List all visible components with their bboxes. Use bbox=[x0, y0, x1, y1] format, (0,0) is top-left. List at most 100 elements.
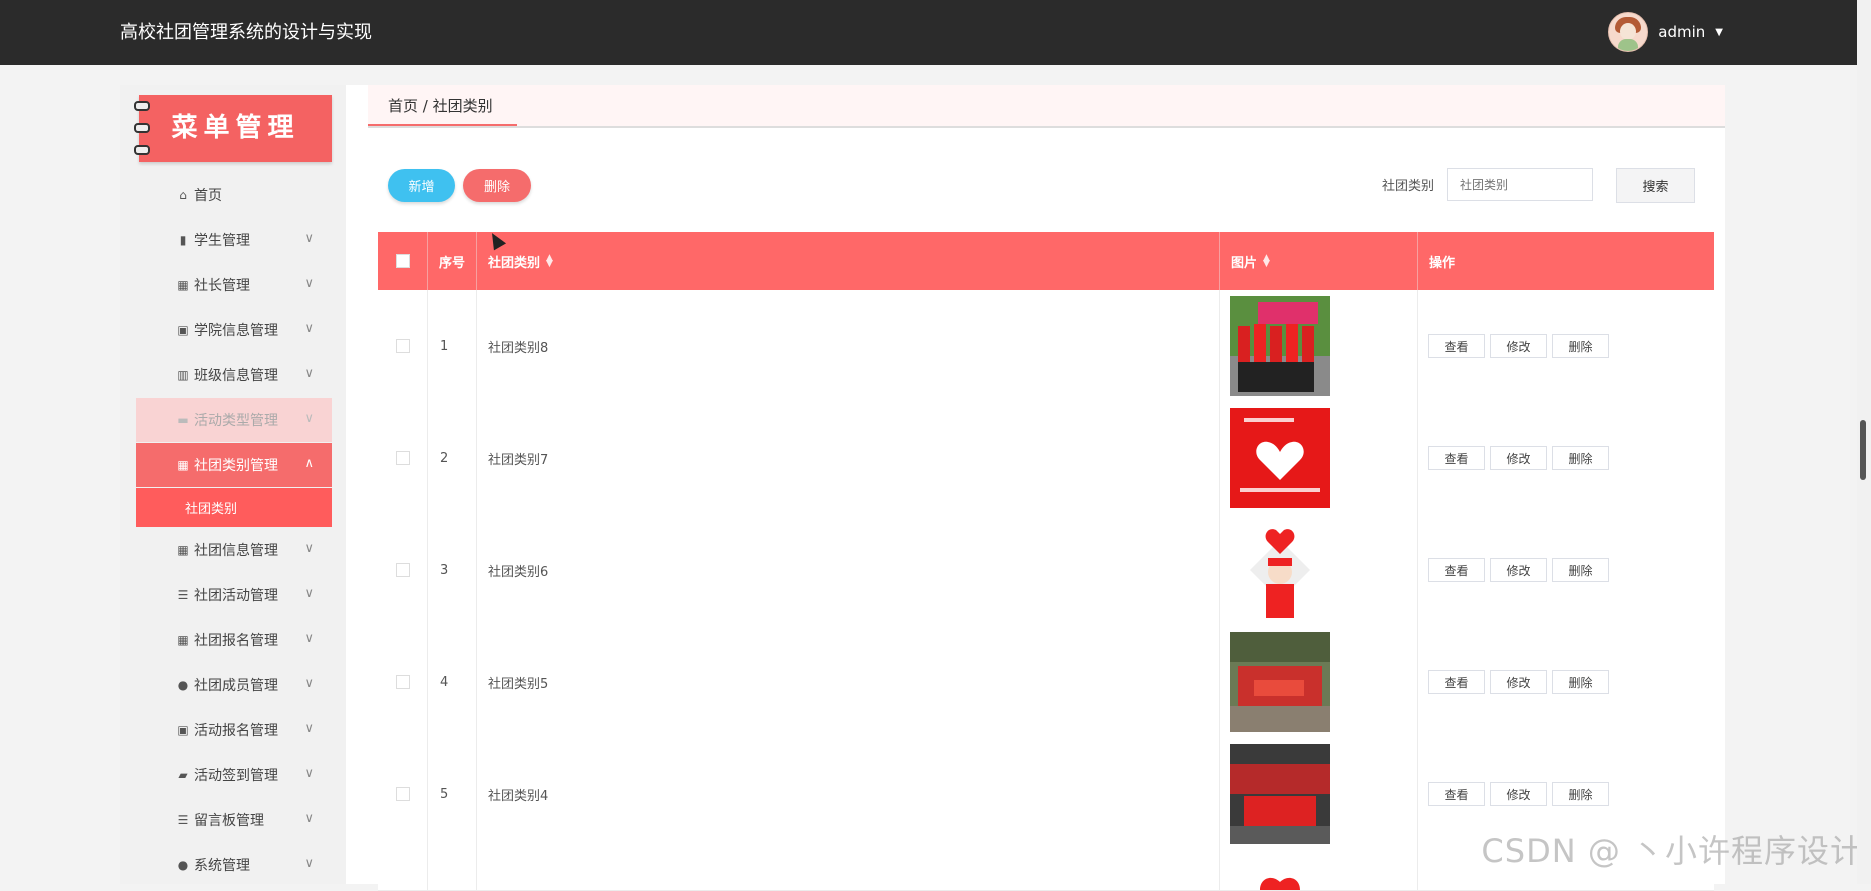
avatar[interactable] bbox=[1608, 12, 1649, 52]
chevron-down-icon: ∨ bbox=[304, 676, 314, 691]
edit-button[interactable]: 修改 bbox=[1490, 782, 1547, 806]
edit-button[interactable]: 修改 bbox=[1490, 446, 1547, 470]
edit-button[interactable]: 修改 bbox=[1490, 558, 1547, 582]
row-number: 4 bbox=[428, 626, 477, 738]
chevron-down-icon: ∨ bbox=[304, 856, 314, 871]
delete-button[interactable]: 删除 bbox=[1552, 670, 1609, 694]
grid-icon: ▦ bbox=[177, 458, 189, 472]
delete-button[interactable]: 删除 bbox=[1552, 558, 1609, 582]
menu-banner: 菜单管理 bbox=[134, 95, 332, 162]
sidebar-item-label: 系统管理 bbox=[194, 858, 250, 874]
sidebar-item-label: 学院信息管理 bbox=[194, 323, 278, 339]
view-button[interactable]: 查看 bbox=[1428, 782, 1485, 806]
sidebar-item-student[interactable]: ▮ 学生管理 ∨ bbox=[136, 218, 332, 262]
list-icon: ☰ bbox=[177, 813, 189, 827]
sidebar-item-message-board[interactable]: ☰ 留言板管理 ∨ bbox=[136, 798, 332, 842]
row-category: 社团类别5 bbox=[477, 626, 1220, 738]
sidebar-item-college[interactable]: ▣ 学院信息管理 ∨ bbox=[136, 308, 332, 352]
column-header-category[interactable]: 社团类别 ▲ ▼ bbox=[477, 232, 1220, 290]
table-header: 序号 社团类别 ▲ ▼ 图片 ▲ ▼ 操作 bbox=[378, 232, 1714, 290]
view-button[interactable]: 查看 bbox=[1428, 446, 1485, 470]
row-checkbox[interactable] bbox=[395, 563, 410, 577]
club-photo bbox=[1230, 408, 1330, 508]
sidebar-item-club-members[interactable]: ● 社团成员管理 ∨ bbox=[136, 663, 332, 707]
user-menu[interactable]: admin ▼ bbox=[1608, 12, 1723, 52]
grid-icon: ▦ bbox=[177, 543, 189, 557]
select-all-checkbox[interactable] bbox=[395, 254, 410, 268]
chevron-down-icon: ∨ bbox=[304, 366, 314, 381]
sidebar-item-label: 学生管理 bbox=[194, 233, 250, 249]
sidebar-item-label: 社团信息管理 bbox=[194, 543, 278, 559]
sidebar-item-label: 社团活动管理 bbox=[194, 588, 278, 604]
chevron-down-icon: ∨ bbox=[304, 276, 314, 291]
row-checkbox[interactable] bbox=[395, 451, 410, 465]
view-button[interactable]: 查看 bbox=[1428, 558, 1485, 582]
sidebar-item-club-info[interactable]: ▦ 社团信息管理 ∨ bbox=[136, 528, 332, 572]
view-button[interactable]: 查看 bbox=[1428, 670, 1485, 694]
sidebar-item-label: 活动报名管理 bbox=[194, 723, 278, 739]
sidebar-item-club-activity[interactable]: ☰ 社团活动管理 ∨ bbox=[136, 573, 332, 617]
sidebar-item-class[interactable]: ▥ 班级信息管理 ∨ bbox=[136, 353, 332, 397]
sidebar-item-label: 社团类别管理 bbox=[194, 458, 278, 474]
grid-icon: ▦ bbox=[177, 278, 189, 292]
edit-button[interactable]: 修改 bbox=[1490, 670, 1547, 694]
select-all-cell[interactable] bbox=[378, 232, 428, 290]
scrollbar-thumb[interactable] bbox=[1860, 420, 1866, 480]
sidebar-subitem-club-category[interactable]: 社团类别 bbox=[136, 488, 332, 527]
chevron-down-icon: ∨ bbox=[304, 811, 314, 826]
sort-icon[interactable]: ▲ ▼ bbox=[1263, 254, 1270, 269]
search-button[interactable]: 搜索 bbox=[1616, 168, 1695, 203]
row-category: 社团类别7 bbox=[477, 402, 1220, 514]
table-row: 4 社团类别5 查看 修改 删除 bbox=[378, 626, 1714, 739]
chevron-down-icon: ∨ bbox=[304, 411, 314, 426]
batch-delete-button[interactable]: 删除 bbox=[463, 169, 531, 202]
add-button[interactable]: 新增 bbox=[388, 169, 455, 202]
clipboard-check-icon: ▣ bbox=[177, 723, 189, 737]
user-icon: ● bbox=[177, 678, 189, 692]
briefcase-icon: ▬ bbox=[177, 413, 189, 427]
breadcrumb-text[interactable]: 首页 / 社团类别 bbox=[388, 95, 493, 116]
sidebar-item-activity-checkin[interactable]: ▰ 活动签到管理 ∨ bbox=[136, 753, 332, 797]
row-category: 社团类别6 bbox=[477, 514, 1220, 626]
row-number: 3 bbox=[428, 514, 477, 626]
sidebar: 菜单管理 ⌂ 首页 ▮ 学生管理 ∨ ▦ 社长管理 ∨ ▣ 学院信息管理 ∨ ▥… bbox=[120, 85, 346, 884]
sidebar-item-club-category[interactable]: ▦ 社团类别管理 ∧ bbox=[136, 443, 332, 487]
sidebar-item-label: 首页 bbox=[194, 188, 222, 204]
row-checkbox[interactable] bbox=[395, 675, 410, 689]
home-icon: ⌂ bbox=[179, 188, 187, 202]
caret-down-icon[interactable]: ▼ bbox=[1715, 27, 1723, 38]
chevron-down-icon: ∨ bbox=[304, 231, 314, 246]
search-input[interactable] bbox=[1447, 168, 1593, 201]
scrollbar[interactable] bbox=[1857, 0, 1871, 884]
club-photo bbox=[1230, 744, 1330, 844]
sidebar-item-label: 留言板管理 bbox=[194, 813, 264, 829]
table-row: 1 社团类别8 查看 修改 删除 bbox=[378, 290, 1714, 403]
chevron-down-icon: ∨ bbox=[304, 721, 314, 736]
username[interactable]: admin bbox=[1658, 23, 1705, 41]
delete-button[interactable]: 删除 bbox=[1552, 334, 1609, 358]
row-number: 2 bbox=[428, 402, 477, 514]
app-title: 高校社团管理系统的设计与实现 bbox=[120, 22, 372, 43]
column-header-no: 序号 bbox=[428, 232, 477, 290]
sidebar-item-club-signup[interactable]: ▦ 社团报名管理 ∨ bbox=[136, 618, 332, 662]
list-icon: ☰ bbox=[177, 588, 189, 602]
edit-button[interactable]: 修改 bbox=[1490, 334, 1547, 358]
row-checkbox[interactable] bbox=[395, 339, 410, 353]
watermark: CSDN @ 丶小许程序设计 bbox=[1481, 832, 1863, 870]
sidebar-item-system[interactable]: ● 系统管理 ∨ bbox=[136, 843, 332, 887]
sidebar-item-label: 活动类型管理 bbox=[194, 413, 278, 429]
sort-icon[interactable]: ▲ ▼ bbox=[546, 254, 553, 269]
row-checkbox[interactable] bbox=[395, 787, 410, 801]
sidebar-item-activity-type[interactable]: ▬ 活动类型管理 ∨ bbox=[136, 398, 332, 442]
column-header-image[interactable]: 图片 ▲ ▼ bbox=[1220, 232, 1418, 290]
delete-button[interactable]: 删除 bbox=[1552, 782, 1609, 806]
chevron-down-icon: ∨ bbox=[304, 766, 314, 781]
delete-button[interactable]: 删除 bbox=[1552, 446, 1609, 470]
menu-banner-title: 菜单管理 bbox=[171, 113, 300, 143]
sidebar-item-activity-signup[interactable]: ▣ 活动报名管理 ∨ bbox=[136, 708, 332, 752]
table-row: 2 社团类别7 查看 修改 删除 bbox=[378, 402, 1714, 515]
view-button[interactable]: 查看 bbox=[1428, 334, 1485, 358]
sidebar-item-home[interactable]: ⌂ 首页 bbox=[136, 173, 332, 217]
club-photo bbox=[1260, 877, 1300, 890]
sidebar-item-president[interactable]: ▦ 社长管理 ∨ bbox=[136, 263, 332, 307]
